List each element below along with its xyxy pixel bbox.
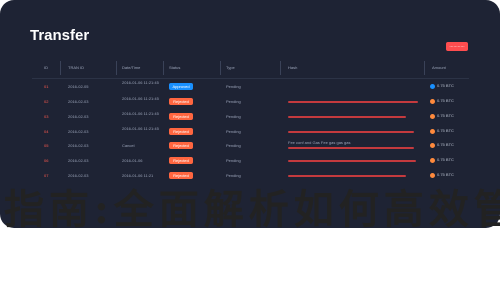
status-badge: Rejected: [169, 142, 193, 149]
row-type: Pending: [226, 129, 241, 134]
row-tran-id[interactable]: 2016-02-03: [68, 158, 88, 164]
row-tran-id[interactable]: 2016-02-05: [68, 84, 88, 90]
row-date: 2016-01-06 11:21: [122, 173, 154, 178]
btc-coin-icon: [430, 173, 435, 178]
row-type: Pending: [226, 84, 241, 89]
row-id: 06: [44, 158, 49, 163]
row-id: 02: [44, 99, 49, 104]
status-badge: Rejected: [169, 128, 193, 135]
row-tran-id[interactable]: 2016-02-03: [68, 143, 88, 149]
status-badge: Rejected: [169, 172, 193, 179]
column-separator: [280, 61, 281, 75]
column-separator: [424, 61, 425, 75]
column-header-status[interactable]: Status: [169, 65, 180, 71]
row-amount: 0.75 BTC: [437, 83, 454, 88]
row-type: Pending: [226, 173, 241, 178]
status-badge: Rejected: [169, 113, 193, 120]
btc-coin-icon: [430, 114, 435, 119]
btc-coin-icon: [430, 84, 435, 89]
column-separator: [220, 61, 221, 75]
article-title-caption: 指南:全面解析如何高效管: [4, 186, 500, 233]
row-tran-id[interactable]: 2016-02-03: [68, 99, 88, 105]
hash-bar: [288, 175, 406, 177]
row-date: 2016-01-06 11:21:45: [122, 80, 159, 85]
row-amount: 0.75 BTC: [437, 113, 454, 118]
status-badge: Approved: [169, 83, 193, 90]
status-badge: Rejected: [169, 157, 193, 164]
row-tran-id[interactable]: 2016-02-03: [68, 114, 88, 120]
hash-bar: [288, 101, 418, 103]
row-type: Pending: [226, 99, 241, 104]
row-amount: 0.75 BTC: [437, 98, 454, 103]
row-id: 03: [44, 114, 49, 119]
column-separator: [60, 61, 61, 75]
column-header-tran-id[interactable]: TRAN ID: [68, 65, 84, 71]
row-date: 2016-01-06: [122, 158, 143, 163]
hash-bar: [288, 160, 416, 162]
row-hash: Fee conf and Gas Fee gas gas gas: [288, 140, 351, 145]
column-header-amount[interactable]: Amount: [432, 65, 446, 71]
row-amount: 0.75 BTC: [437, 128, 454, 133]
btc-coin-icon: [430, 129, 435, 134]
row-type: Pending: [226, 158, 241, 163]
row-type: Pending: [226, 114, 241, 119]
column-separator: [116, 61, 117, 75]
row-amount: 0.75 BTC: [437, 157, 454, 162]
btc-coin-icon: [430, 99, 435, 104]
btc-coin-icon: [430, 143, 435, 148]
row-date: 2016-01-06 11:21:45: [122, 96, 159, 101]
row-id: 01: [44, 84, 49, 89]
row-amount: 0.75 BTC: [437, 172, 454, 177]
column-separator: [163, 61, 164, 75]
row-tran-id[interactable]: 2016-02-03: [68, 173, 88, 179]
row-tran-id[interactable]: 2016-02-03: [68, 129, 88, 135]
column-header-hash[interactable]: Hash: [288, 65, 297, 71]
row-date: 2016-01-06 11:21:45: [122, 126, 159, 131]
page-title: Transfer: [30, 27, 90, 44]
column-header-type[interactable]: Type: [226, 65, 235, 71]
column-header-date[interactable]: Date/Time: [122, 65, 140, 71]
header-divider: [32, 78, 469, 79]
btc-coin-icon: [430, 158, 435, 163]
column-header-id[interactable]: ID: [44, 65, 48, 71]
status-badge: Rejected: [169, 98, 193, 105]
hash-bar: [288, 116, 406, 118]
hash-bar: [288, 131, 414, 133]
row-id: 05: [44, 143, 49, 148]
row-id: 04: [44, 129, 49, 134]
row-date: Cancel: [122, 143, 135, 148]
row-type: Pending: [226, 143, 241, 148]
transfer-action-button[interactable]: ...........: [446, 42, 468, 51]
row-id: 07: [44, 173, 49, 178]
row-amount: 0.75 BTC: [437, 142, 454, 147]
hash-bar: [288, 147, 414, 149]
row-date: 2016-01-06 11:21:45: [122, 111, 159, 116]
